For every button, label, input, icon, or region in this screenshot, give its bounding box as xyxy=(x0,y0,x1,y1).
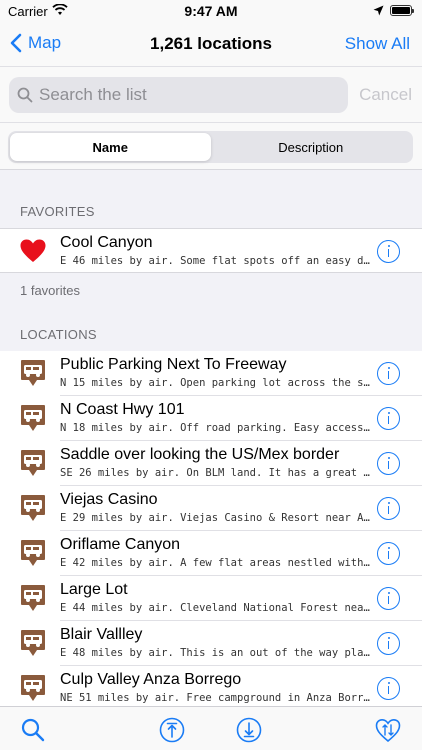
rv-pin-icon xyxy=(21,675,45,701)
favorites-header: FAVORITES xyxy=(20,204,95,219)
location-row[interactable]: Viejas Casino E 29 miles by air. Viejas C… xyxy=(0,486,422,531)
info-icon[interactable] xyxy=(377,542,400,565)
row-subtitle: E 44 miles by air. Cleveland National Fo… xyxy=(60,602,370,614)
location-row[interactable]: Public Parking Next To Freeway N 15 miles… xyxy=(0,351,422,396)
row-subtitle: E 46 miles by air. Some flat spots off a… xyxy=(60,255,370,267)
row-title: Viejas Casino xyxy=(60,491,158,508)
locations-list[interactable]: FAVORITES Cool Canyon E 46 miles by air.… xyxy=(0,170,422,706)
scroll-top-icon[interactable] xyxy=(159,717,185,743)
navigation-bar: Map 1,261 locations Show All xyxy=(0,24,422,66)
row-title: Blair Vallley xyxy=(60,626,143,643)
row-title: Oriflame Canyon xyxy=(60,536,181,553)
row-title: Saddle over looking the US/Mex border xyxy=(60,446,340,463)
sort-favorites-icon[interactable] xyxy=(375,717,401,743)
segment-name[interactable]: Name xyxy=(10,133,211,161)
clock: 9:47 AM xyxy=(184,3,238,19)
bottom-toolbar xyxy=(0,706,422,750)
search-icon xyxy=(17,87,33,103)
rv-pin-icon xyxy=(21,540,45,566)
rv-pin-icon xyxy=(21,630,45,656)
favorite-row[interactable]: Cool Canyon E 46 miles by air. Some flat… xyxy=(0,228,422,273)
location-row[interactable]: Oriflame Canyon E 42 miles by air. A few … xyxy=(0,531,422,576)
status-bar: Carrier 9:47 AM xyxy=(0,0,422,24)
info-icon[interactable] xyxy=(377,632,400,655)
segmented-control-bar: Name Description xyxy=(0,122,422,170)
status-right xyxy=(373,5,414,16)
row-title: Culp Valley Anza Borrego xyxy=(60,671,242,688)
heart-icon xyxy=(20,239,46,262)
location-row[interactable]: Culp Valley Anza Borrego NE 51 miles by a… xyxy=(0,666,422,706)
cancel-button[interactable]: Cancel xyxy=(359,85,412,105)
info-icon[interactable] xyxy=(377,587,400,610)
location-arrow-icon xyxy=(373,5,384,16)
rv-pin-icon xyxy=(21,405,45,431)
info-icon[interactable] xyxy=(377,677,400,700)
segment-description[interactable]: Description xyxy=(211,133,412,161)
rv-pin-icon xyxy=(21,585,45,611)
search-field[interactable] xyxy=(9,77,348,113)
rv-pin-icon xyxy=(21,495,45,521)
row-title: Public Parking Next To Freeway xyxy=(60,356,287,373)
locations-header: LOCATIONS xyxy=(20,327,97,342)
location-row[interactable]: N Coast Hwy 101 N 18 miles by air. Off ro… xyxy=(0,396,422,441)
search-icon[interactable] xyxy=(20,717,46,743)
show-all-button[interactable]: Show All xyxy=(345,34,410,54)
info-icon[interactable] xyxy=(377,407,400,430)
search-input[interactable] xyxy=(39,85,339,105)
info-icon[interactable] xyxy=(377,362,400,385)
search-bar: Cancel xyxy=(0,66,422,122)
info-icon[interactable] xyxy=(377,452,400,475)
row-subtitle: N 18 miles by air. Off road parking. Eas… xyxy=(60,422,370,434)
location-row[interactable]: Large Lot E 44 miles by air. Cleveland Na… xyxy=(0,576,422,621)
row-subtitle: E 29 miles by air. Viejas Casino & Resor… xyxy=(60,512,370,524)
row-title: N Coast Hwy 101 xyxy=(60,401,185,418)
info-icon[interactable] xyxy=(377,497,400,520)
row-title: Large Lot xyxy=(60,581,128,598)
row-subtitle: E 42 miles by air. A few flat areas nest… xyxy=(60,557,370,569)
row-subtitle: N 15 miles by air. Open parking lot acro… xyxy=(60,377,370,389)
sort-segmented-control: Name Description xyxy=(8,131,413,163)
rv-pin-icon xyxy=(21,450,45,476)
scroll-bottom-icon[interactable] xyxy=(236,717,262,743)
row-title: Cool Canyon xyxy=(60,234,153,251)
row-subtitle: NE 51 miles by air. Free campground in A… xyxy=(60,692,370,704)
battery-icon xyxy=(390,5,414,16)
row-subtitle: E 48 miles by air. This is an out of the… xyxy=(60,647,370,659)
location-row[interactable]: Saddle over looking the US/Mex border SE … xyxy=(0,441,422,486)
favorites-count: 1 favorites xyxy=(20,283,80,298)
rv-pin-icon xyxy=(21,360,45,386)
row-subtitle: SE 26 miles by air. On BLM land. It has … xyxy=(60,467,370,479)
location-row[interactable]: Blair Vallley E 48 miles by air. This is … xyxy=(0,621,422,666)
info-icon[interactable] xyxy=(377,240,400,263)
